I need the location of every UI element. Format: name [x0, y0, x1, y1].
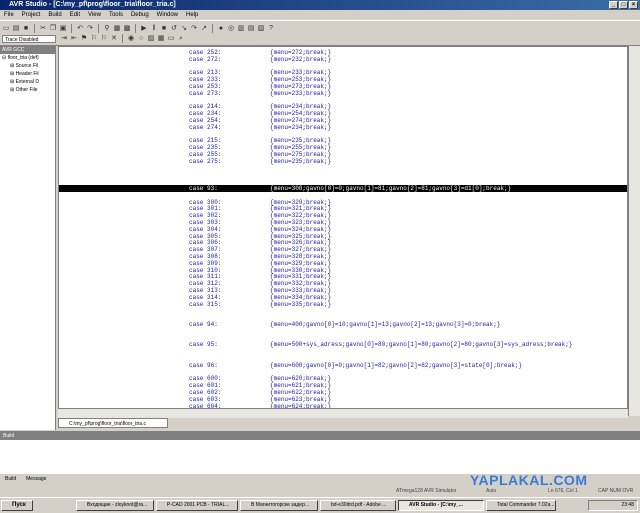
menu-view[interactable]: View [84, 10, 105, 20]
console-icon[interactable]: ▭ [167, 35, 175, 43]
breakpoint-icon[interactable]: ● [217, 25, 225, 33]
task-mail[interactable]: Входящие - zloyknot@ra... [76, 500, 154, 511]
project-tree-root[interactable]: ⊟ floor_tria (def) [0, 54, 55, 62]
clock: 23:48 [621, 502, 634, 508]
copy-icon[interactable]: ❐ [49, 25, 57, 33]
open-folder-icon[interactable]: ▤ [12, 25, 20, 33]
tree-item-label: Source Fil [15, 63, 39, 69]
horizontal-scrollbar[interactable] [58, 408, 628, 418]
next-bookmark-icon[interactable]: ⚐ [90, 35, 98, 43]
menu-bar: File Project Build Edit View Tools Debug… [0, 10, 640, 20]
project-panel-title: AVR GCC [0, 46, 55, 54]
step-over-icon[interactable]: ↷ [190, 25, 198, 33]
toolbar-separator [212, 24, 213, 33]
status-simulator: AVR Simulator [424, 488, 457, 494]
vertical-scrollbar[interactable] [628, 46, 640, 416]
toolbar-separator [98, 24, 99, 33]
redo-icon[interactable]: ↷ [86, 25, 94, 33]
window-title: AVR Studio - [C:\my_pf\prog\floor_tria\f… [9, 1, 176, 8]
cut-icon[interactable]: ✂ [39, 25, 47, 33]
step-out-icon[interactable]: ↗ [200, 25, 208, 33]
remove-breakpoints-icon[interactable]: ○ [137, 35, 145, 43]
tree-item-label: External D [15, 79, 39, 85]
menu-build[interactable]: Build [44, 10, 65, 20]
step-into-icon[interactable]: ↘ [180, 25, 188, 33]
tree-item-external-deps[interactable]: ⊞ External D [0, 78, 55, 86]
task-browser[interactable]: В Магнитогорске задер... [240, 500, 318, 511]
code-editor[interactable]: case 252: {menu=272;break;} case 272: {menu… [58, 46, 628, 416]
indent-icon[interactable]: ⇥ [60, 35, 68, 43]
tree-item-other-files[interactable]: ⊞ Other File [0, 86, 55, 94]
menu-help[interactable]: Help [182, 10, 202, 20]
close-icon[interactable]: × [629, 1, 638, 9]
processor-view-icon[interactable]: ▦ [157, 35, 165, 43]
stop-icon[interactable]: ■ [160, 25, 168, 33]
search-icon[interactable]: ⌕ [177, 35, 185, 43]
save-icon[interactable]: ■ [22, 25, 30, 33]
task-pdf[interactable]: bd-e30drd.pdf - Adobe ... [320, 500, 396, 511]
menu-file[interactable]: File [0, 10, 18, 20]
menu-tools[interactable]: Tools [105, 10, 127, 20]
toolbar: ▭ ▤ ■ ✂ ❐ ▣ ↶ ↷ ⚲ ▦ ▩ ▶ ‖ ■ ↺ ↘ ↷ ↗ ● ◎ … [0, 20, 640, 46]
memory-icon[interactable]: ▥ [237, 25, 245, 33]
project-panel: AVR GCC ⊟ floor_tria (def) ⊞ Source Fil … [0, 46, 56, 430]
system-tray: 23:48 [588, 500, 638, 511]
new-file-icon[interactable]: ▭ [2, 25, 10, 33]
io-view-icon[interactable]: ▧ [257, 25, 265, 33]
trace-select[interactable]: Trace Disabled [2, 35, 56, 43]
tree-item-header-files[interactable]: ⊞ Header Fil [0, 70, 55, 78]
status-position: Ln 676, Col 1 [548, 488, 578, 494]
status-flags: CAP NUM OVR [598, 488, 634, 494]
document-tab[interactable]: C:\my_pf\prog\floor_tria\floor_tria.c [58, 418, 168, 428]
build-icon[interactable]: ▦ [113, 25, 121, 33]
build-panel: Build [0, 431, 640, 474]
outdent-icon[interactable]: ⇤ [70, 35, 78, 43]
tree-item-label: Other File [15, 87, 38, 93]
tree-item-source-files[interactable]: ⊞ Source Fil [0, 62, 55, 70]
find-icon[interactable]: ⚲ [103, 25, 111, 33]
undo-icon[interactable]: ↶ [76, 25, 84, 33]
reset-icon[interactable]: ↺ [170, 25, 178, 33]
status-mode: Auto [486, 488, 497, 494]
watch-icon[interactable]: ◎ [227, 25, 235, 33]
registers-icon[interactable]: ▤ [247, 25, 255, 33]
build-panel-title: Build [0, 432, 640, 440]
toolbar-separator [122, 34, 123, 43]
tab-build[interactable]: Build [2, 474, 19, 484]
menu-project[interactable]: Project [18, 10, 45, 20]
minimize-icon[interactable]: _ [609, 1, 618, 9]
toolbar-separator [71, 24, 72, 33]
bookmark-icon[interactable]: ⚑ [80, 35, 88, 43]
start-button[interactable]: Пуск [1, 500, 33, 511]
toggle-breakpoint-icon[interactable]: ◉ [127, 35, 135, 43]
pause-icon[interactable]: ‖ [150, 25, 158, 33]
status-device: ATmega128 [396, 488, 423, 494]
clear-bookmarks-icon[interactable]: ✕ [110, 35, 118, 43]
disassembler-icon[interactable]: ▨ [147, 35, 155, 43]
toolbar-separator [34, 24, 35, 33]
paste-icon[interactable]: ▣ [59, 25, 67, 33]
menu-window[interactable]: Window [153, 10, 182, 20]
tree-item-label: floor_tria (def) [7, 55, 39, 61]
tab-message[interactable]: Message [23, 474, 49, 484]
task-avr-studio[interactable]: AVR Studio - [C:\my_... [398, 500, 484, 511]
maximize-icon[interactable]: □ [619, 1, 628, 9]
task-total-commander[interactable]: Total Commander 7.02a ... [486, 500, 556, 511]
help-icon[interactable]: ? [267, 25, 275, 33]
taskbar: Пуск Входящие - zloyknot@ra... P-CAD 200… [0, 497, 640, 513]
tree-item-label: Header Fil [15, 71, 39, 77]
toolbar-separator [135, 24, 136, 33]
menu-edit[interactable]: Edit [66, 10, 84, 20]
rebuild-icon[interactable]: ▩ [123, 25, 131, 33]
menu-debug[interactable]: Debug [127, 10, 153, 20]
prev-bookmark-icon[interactable]: ⚐ [100, 35, 108, 43]
run-icon[interactable]: ▶ [140, 25, 148, 33]
task-pcad[interactable]: P-CAD 2001 PCB - TRIAL... [156, 500, 238, 511]
title-bar: AVR Studio - [C:\my_pf\prog\floor_tria\f… [0, 0, 640, 10]
status-bar: ATmega128 AVR Simulator Auto Ln 676, Col… [0, 486, 640, 496]
